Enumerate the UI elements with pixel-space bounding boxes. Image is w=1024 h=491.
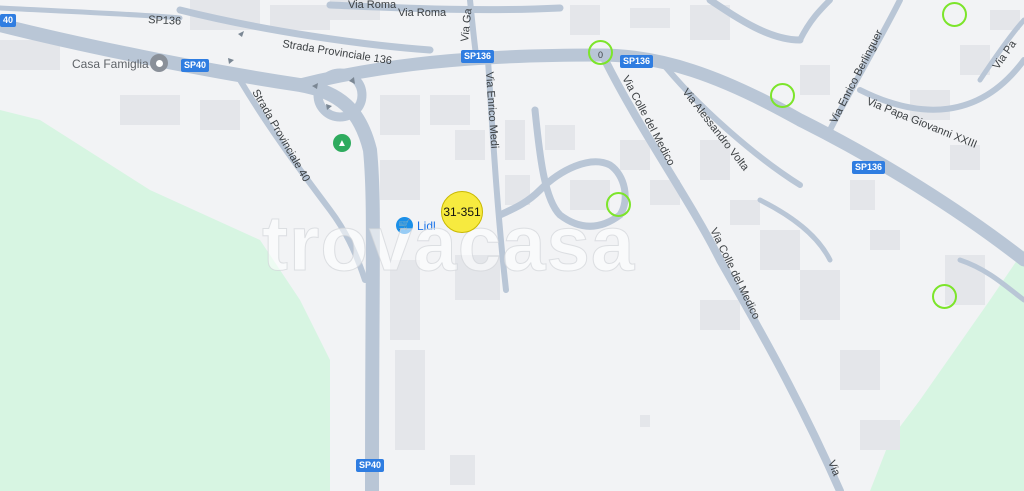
listing-marker[interactable] [770,83,795,108]
listing-marker[interactable] [606,192,631,217]
listing-marker[interactable] [942,2,967,27]
road-label-via-roma: Via Roma [398,7,447,19]
park-tree-icon[interactable]: ▲ [333,134,351,152]
road-label-via-bottom: Via [825,459,842,479]
road-label-sp136-top: SP136 [148,14,182,28]
route-shield-sp40-left: 40 [0,14,17,27]
route-shield-sp136-b: SP136 [620,55,654,68]
listing-marker[interactable] [932,284,957,309]
road-label-strada-provinciale-40: Strada Provinciale 40 [249,88,312,185]
route-shield-sp136-c: SP136 [852,161,886,174]
place-pin-icon[interactable] [150,54,168,72]
poi-label-casa-famiglia[interactable]: Casa Famiglia [72,57,149,71]
listing-marker[interactable] [588,40,613,65]
route-shield-sp40-b: SP40 [356,459,385,472]
listing-cluster-marker[interactable]: 31-351 [441,191,483,233]
route-shield-sp136-a: SP136 [461,50,495,63]
route-shield-sp40-a: SP40 [181,59,210,72]
road-label-via-enrico-medi: Via Enrico Medi [483,71,500,148]
map-view[interactable]: Via Roma Via Roma SP136 Strada Provincia… [0,0,1024,491]
road-label-via-roma-top: Via Roma [348,0,397,11]
park-area-left [0,110,330,491]
